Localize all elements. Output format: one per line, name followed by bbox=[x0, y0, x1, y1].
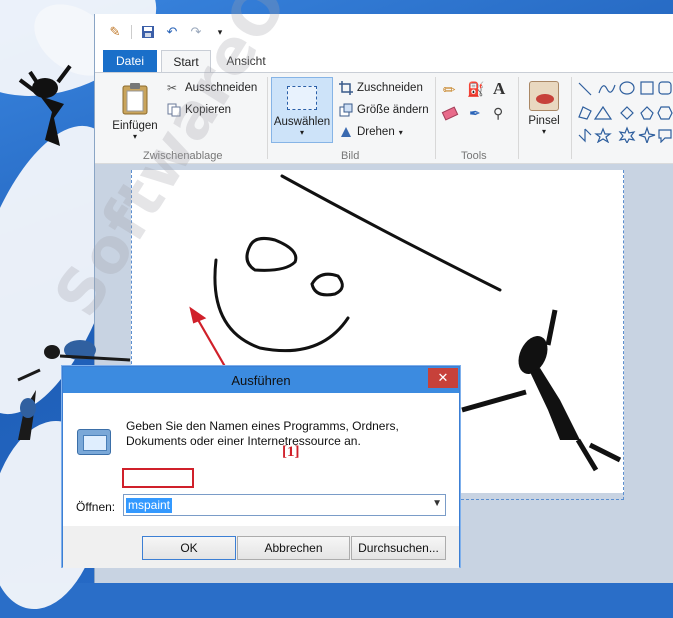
curve-shape-icon bbox=[598, 84, 616, 94]
select-rectangle-icon bbox=[287, 86, 317, 110]
hexagon-shape-icon bbox=[657, 106, 673, 120]
run-dialog-title: Ausführen bbox=[231, 373, 291, 388]
star-shape-icon bbox=[594, 127, 612, 144]
run-dialog-footer: OK Abbrechen Durchsuchen... bbox=[63, 526, 459, 568]
rectangle-shape-icon bbox=[640, 81, 654, 95]
run-dialog-titlebar[interactable]: Ausführen ✕ bbox=[63, 367, 459, 393]
fill-bucket-icon[interactable]: ⛽ bbox=[467, 81, 484, 98]
chevron-down-icon[interactable]: ▼ bbox=[432, 498, 442, 509]
diamond-shape-icon bbox=[620, 106, 634, 120]
open-input-value[interactable]: mspaint bbox=[126, 498, 173, 513]
cancel-button[interactable]: Abbrechen bbox=[237, 536, 350, 560]
polygon-shape-icon bbox=[578, 106, 592, 120]
brushes-button[interactable]: Pinsel ▾ bbox=[521, 77, 567, 143]
rotate-icon bbox=[339, 125, 353, 139]
pentagon-shape-icon bbox=[640, 106, 654, 120]
run-dialog: Ausführen ✕ Geben Sie den Namen eines Pr… bbox=[62, 366, 460, 568]
undo-icon[interactable]: ↶ bbox=[164, 24, 180, 40]
clipboard-icon bbox=[122, 83, 148, 115]
crop-button[interactable]: Zuschneiden bbox=[339, 81, 423, 95]
callout-shape-icon bbox=[658, 129, 672, 144]
rotate-button[interactable]: Drehen ▾ bbox=[339, 125, 403, 139]
crop-label: Zuschneiden bbox=[357, 82, 423, 94]
crop-icon bbox=[339, 81, 353, 95]
tools-group-label: Tools bbox=[461, 150, 487, 162]
paint-app-icon[interactable]: ✎ bbox=[107, 24, 123, 40]
star-six-shape-icon bbox=[618, 126, 636, 145]
pencil-icon[interactable]: ✏ bbox=[443, 81, 456, 99]
image-group-label: Bild bbox=[341, 150, 360, 162]
annotation-highlight-box bbox=[122, 468, 194, 488]
resize-button[interactable]: Größe ändern bbox=[339, 103, 429, 117]
save-icon[interactable] bbox=[140, 24, 156, 40]
tools-group: ✏ ⛽ A ✒ ⚲ bbox=[441, 79, 513, 141]
annotation-label: [1] bbox=[282, 444, 300, 460]
group-divider bbox=[518, 77, 519, 159]
open-label: Öffnen: bbox=[76, 500, 116, 514]
brushes-label: Pinsel bbox=[528, 115, 560, 127]
close-button[interactable]: ✕ bbox=[428, 368, 458, 388]
browse-button[interactable]: Durchsuchen... bbox=[351, 536, 446, 560]
star-four-shape-icon bbox=[638, 126, 656, 145]
oval-shape-icon bbox=[619, 81, 635, 95]
select-button[interactable]: Auswählen ▾ bbox=[271, 77, 333, 143]
ok-button[interactable]: OK bbox=[142, 536, 236, 560]
group-divider bbox=[435, 77, 436, 159]
run-dialog-body: Geben Sie den Namen eines Programms, Ord… bbox=[63, 393, 459, 526]
open-combobox[interactable]: mspaint ▼ bbox=[123, 494, 446, 516]
group-divider bbox=[267, 77, 268, 159]
tab-file[interactable]: Datei bbox=[103, 50, 157, 72]
brush-icon bbox=[529, 81, 559, 111]
text-icon[interactable]: A bbox=[493, 79, 505, 99]
color-picker-icon[interactable]: ✒ bbox=[469, 105, 481, 122]
quick-access-toolbar: ✎ ↶ ↷ ▾ bbox=[95, 14, 673, 50]
chevron-down-icon: ▾ bbox=[541, 127, 546, 136]
triangle-shape-icon bbox=[593, 105, 613, 120]
run-program-icon bbox=[77, 429, 111, 455]
rounded-rectangle-shape-icon bbox=[658, 81, 672, 95]
select-label: Auswählen bbox=[273, 116, 331, 128]
rotate-label: Drehen bbox=[357, 126, 395, 138]
toolbar-divider bbox=[131, 25, 132, 39]
chevron-down-icon: ▾ bbox=[299, 128, 304, 137]
resize-label: Größe ändern bbox=[357, 104, 429, 116]
shapes-gallery[interactable] bbox=[575, 77, 673, 145]
resize-icon bbox=[339, 103, 353, 117]
eraser-icon[interactable] bbox=[441, 106, 459, 121]
group-divider bbox=[571, 77, 572, 159]
magnifier-icon[interactable]: ⚲ bbox=[493, 105, 503, 122]
chevron-down-icon: ▾ bbox=[398, 127, 403, 137]
arrow-down-shape-icon bbox=[578, 128, 592, 143]
line-shape-icon bbox=[578, 82, 592, 96]
